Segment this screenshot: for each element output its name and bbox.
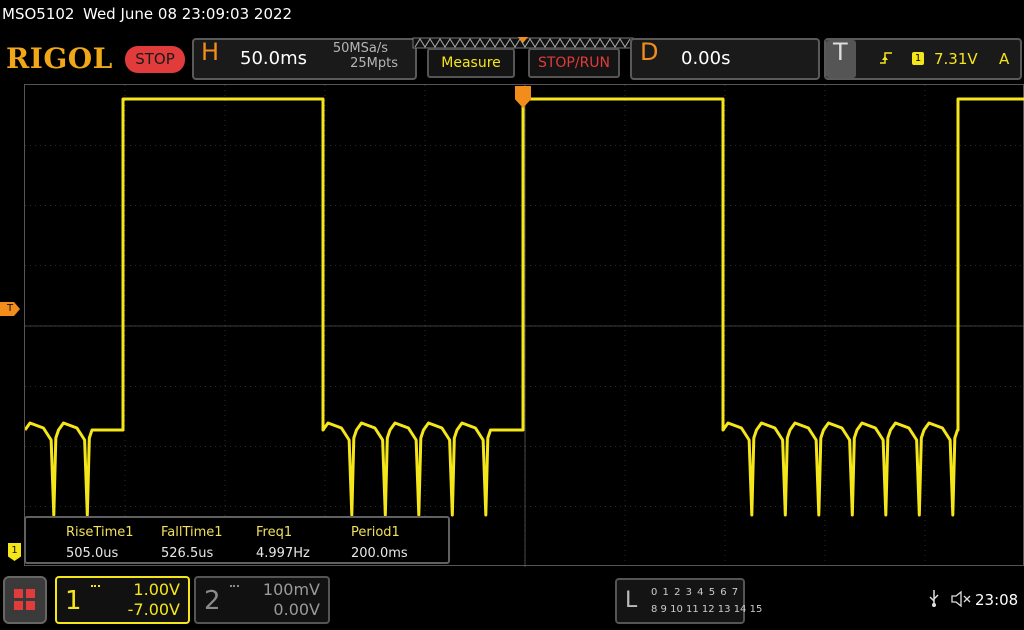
header-datetime: Wed June 08 23:09:03 2022 [83, 5, 293, 23]
ch1-ground-marker[interactable]: 1 [8, 543, 21, 561]
measure-value-rise: 505.0us [66, 546, 119, 561]
logic-analyzer-panel[interactable]: L 0 1 2 3 4 5 6 7 8 9 10 11 12 13 14 15 [615, 578, 762, 624]
waveform-canvas [25, 85, 1024, 567]
run-state-badge[interactable]: STOP [125, 46, 185, 73]
trigger-mode: A [999, 50, 1010, 68]
channel-1-offset: -7.00V [127, 600, 180, 619]
measure-label-freq: Freq1 [256, 525, 293, 540]
channel-1-trace [25, 97, 1024, 517]
sample-rate: 50MSa/s [332, 41, 388, 56]
dc-coupling-icon [91, 585, 100, 589]
memory-depth: 25Mpts [350, 56, 398, 71]
measure-label-rise: RiseTime1 [66, 525, 134, 540]
app-menu-button[interactable] [3, 576, 47, 624]
speaker-muted-icon[interactable] [950, 590, 972, 608]
measure-label-period: Period1 [351, 525, 400, 540]
delay-letter: D [640, 38, 659, 66]
timebase-value: 50.0ms [240, 48, 307, 69]
trigger-level-marker[interactable]: T [0, 302, 20, 316]
logic-letter: L [625, 588, 638, 613]
channel-1-panel[interactable]: 1 1.00V -7.00V [55, 576, 190, 624]
status-clock: 23:08 [975, 591, 1019, 609]
measure-value-period: 200.0ms [351, 546, 408, 561]
header-model: MSO5102 [2, 5, 75, 23]
dc-coupling-icon [230, 585, 239, 589]
stop-run-button[interactable]: STOP/RUN [528, 48, 620, 78]
title-bar: MSO5102 Wed June 08 23:09:03 2022 [0, 0, 1024, 34]
rising-edge-icon [880, 52, 892, 64]
bottom-bar: 1 1.00V -7.00V 2 100mV 0.00V L 0 1 2 3 4… [0, 566, 1024, 630]
channel-2-number: 2 [204, 586, 221, 616]
channel-2-panel[interactable]: 2 100mV 0.00V [194, 576, 330, 624]
horizontal-letter: H [201, 38, 220, 66]
delay-value: 0.00s [681, 48, 731, 69]
channel-2-scale: 100mV [262, 580, 320, 599]
channel-2-offset: 0.00V [273, 600, 320, 619]
measure-button[interactable]: Measure [427, 48, 515, 78]
channel-1-scale: 1.00V [133, 580, 180, 599]
logic-row-1: 0 1 2 3 4 5 6 7 [651, 587, 740, 598]
measure-label-fall: FallTime1 [161, 525, 223, 540]
top-toolbar: RIGOL STOP H 50.0ms 50MSa/s 25Mpts Measu… [0, 34, 1024, 84]
channel-1-number: 1 [65, 586, 82, 616]
measurement-panel[interactable]: RiseTime1 FallTime1 Freq1 Period1 505.0u… [24, 516, 450, 564]
usb-icon [929, 590, 939, 607]
trigger-source-badge: 1 [912, 52, 924, 65]
trigger-level: 7.31V [934, 50, 978, 68]
waveform-display[interactable] [24, 84, 1024, 567]
measure-value-freq: 4.997Hz [256, 546, 310, 561]
trigger-letter: T [833, 38, 848, 66]
grid-menu-icon [14, 589, 35, 610]
logic-row-2: 8 9 10 11 12 13 14 15 [651, 604, 763, 615]
measure-value-fall: 526.5us [161, 546, 214, 561]
brand-logo: RIGOL [6, 42, 113, 75]
